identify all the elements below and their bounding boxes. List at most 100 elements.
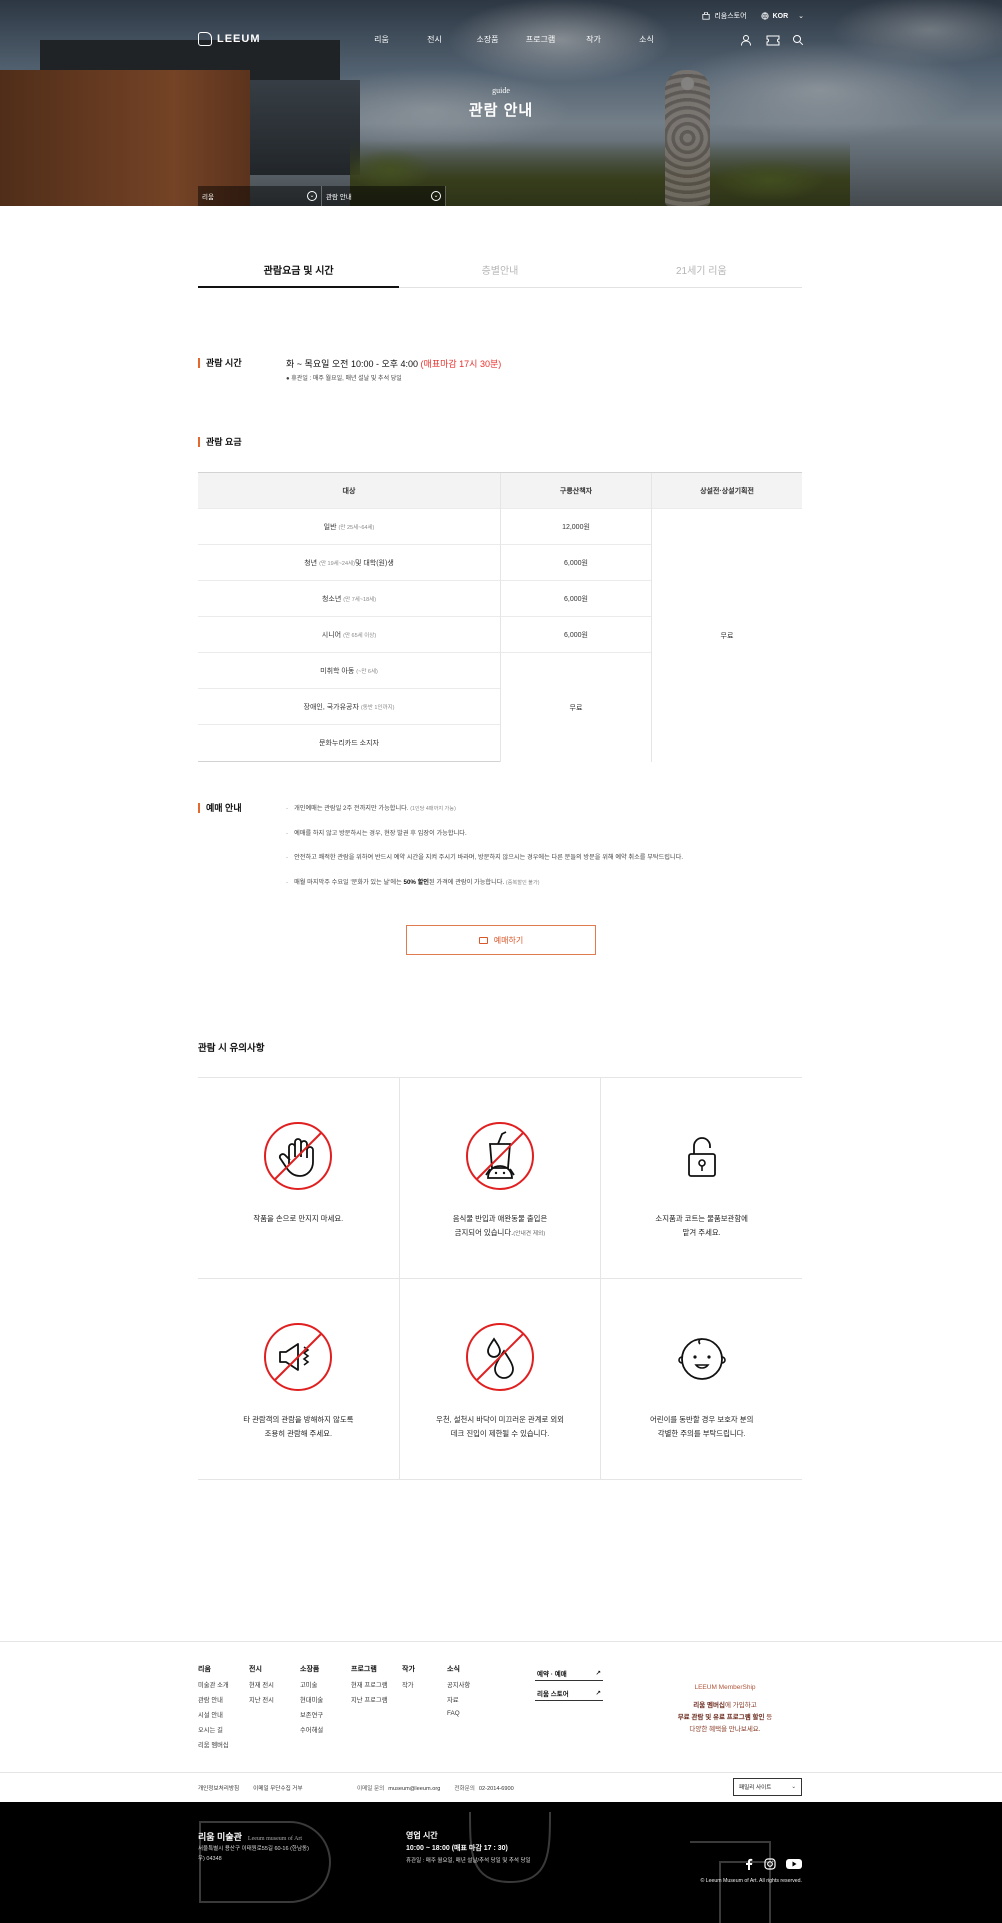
no-noise-icon — [264, 1323, 333, 1391]
leeum-logo-icon — [198, 32, 212, 46]
footer-link[interactable]: 시설 안내 — [198, 1710, 249, 1725]
menu-item-exhibition[interactable]: 전시 — [408, 34, 461, 45]
footer-link[interactable]: 보존연구 — [300, 1710, 351, 1725]
footer-link[interactable]: 지난 프로그램 — [351, 1695, 402, 1710]
notice-card: 음식물 반입과 애완동물 출입은 금지되어 있습니다.(안내견 제외) — [398, 1078, 601, 1278]
footer-heading: 리움 — [198, 1666, 211, 1673]
table-header-row: 대상 구릉산책자 상설전·상설기획전 — [198, 473, 802, 509]
menu-item-collection[interactable]: 소장품 — [461, 34, 514, 45]
arrow-up-right-icon: ↗ — [595, 1669, 601, 1677]
no-touch-icon — [264, 1122, 333, 1190]
footer-link[interactable]: 공지사항 — [447, 1680, 498, 1695]
utility-icons — [740, 33, 804, 46]
hero-banner: 리움스토어 KOR ⌄ LEEUM 리움 전시 소장품 프로그램 작가 소식 g… — [0, 0, 1002, 206]
footer-heading: 프로그램 — [351, 1666, 377, 1673]
notice-grid: 작품을 손으로 만지지 마세요. 음식물 반입과 애완동물 출입은 금지되어 있습… — [198, 1077, 802, 1480]
search-icon[interactable] — [792, 33, 804, 46]
quick-link-store[interactable]: 리움 스토어 ↗ — [535, 1685, 603, 1701]
hours-holiday-note: ● 휴관일 : 매주 월요일, 매년 설날 및 추석 당일 — [286, 376, 402, 382]
footer-link[interactable]: 수어해설 — [300, 1725, 351, 1740]
fee-label: 관람 요금 — [198, 437, 242, 447]
footer-link[interactable]: 관람 안내 — [198, 1695, 249, 1710]
hero-subtitle: guide — [492, 86, 510, 95]
business-hours: 10:00 ~ 18:00 (매표 마감 17 : 30) — [406, 1845, 508, 1852]
notice-title: 관람 시 유의사항 — [198, 1043, 265, 1054]
menu-item-leeum[interactable]: 리움 — [355, 34, 408, 45]
footer-link[interactable]: 현재 전시 — [249, 1680, 300, 1695]
fee-free-cell: 무료 — [651, 509, 802, 762]
quick-link-reservation[interactable]: 예약 · 예매 ↗ — [535, 1665, 603, 1681]
breadcrumb-item-guide[interactable]: 관람 안내 ⌄ — [322, 186, 446, 206]
chevron-down-icon: ⌄ — [431, 191, 441, 201]
copyright: © Leeum Museum of Art. All rights reserv… — [700, 1878, 802, 1884]
tab-floor-guide[interactable]: 층별안내 — [399, 262, 601, 288]
family-site-select[interactable]: 패밀리 사이트 ⌄ — [733, 1778, 802, 1796]
notice-card: 우천, 설천시 바닥이 미끄러운 관계로 외외 데크 진입이 제한될 수 있습니다… — [398, 1279, 601, 1479]
notice-card: 어린이를 동반할 경우 보호자 분의 각별한 주의를 부탁드립니다. — [600, 1279, 802, 1479]
language-selector[interactable]: KOR ⌄ — [760, 12, 804, 20]
tab-fees-hours[interactable]: 관람요금 및 시간 — [198, 262, 400, 288]
topbar: 리움스토어 KOR ⌄ — [702, 11, 804, 21]
lock-icon — [687, 1137, 716, 1177]
chevron-down-icon: ⌄ — [798, 13, 804, 20]
table-header: 구릉산책자 — [500, 473, 651, 509]
footer-link[interactable]: FAQ — [447, 1710, 498, 1725]
facebook-icon[interactable] — [744, 1858, 754, 1870]
reserve-button[interactable]: 예매하기 — [406, 925, 596, 955]
page-title: 관람 안내 — [468, 102, 534, 119]
footer-bottom: 리움 미술관 Leeum museum of Art 서울특별시 용산구 이태원로… — [0, 1802, 1002, 1923]
chevron-down-icon: ⌄ — [791, 1784, 796, 1790]
list-item: 안전하고 쾌적한 관람을 위하여 반드시 예약 시간을 지켜 주시기 바라며, … — [286, 852, 806, 877]
email-refusal-link[interactable]: 이메일 무단수집 거부 — [253, 1784, 302, 1792]
footer-contact: 이메일 문의 museum@leeum.org 전화문의 02-2014-6900 — [357, 1786, 514, 1792]
fee-table: 대상 구릉산책자 상설전·상설기획전 일반 (만 25세~64세) 12,000원… — [198, 472, 802, 762]
notice-card: 작품을 손으로 만지지 마세요. — [198, 1078, 399, 1278]
chevron-down-icon: ⌄ — [307, 191, 317, 201]
menu-item-artist[interactable]: 작가 — [567, 34, 620, 45]
museum-address: 서울특별시 용산구 이태원로55길 60-16 (한남동) 우) 04348 — [198, 1846, 309, 1862]
arrow-up-right-icon: ↗ — [595, 1689, 601, 1697]
footer-link[interactable]: 오시는 길 — [198, 1725, 249, 1740]
footer-link[interactable]: 고미술 — [300, 1680, 351, 1695]
table-header: 대상 — [198, 473, 500, 509]
table-header: 상설전·상설기획전 — [651, 473, 802, 509]
footer-policy-links: 개인정보처리방침 이메일 무단수집 거부 — [198, 1784, 303, 1792]
list-item: 매월 마지막주 수요일 '문화가 있는 날'에는 50% 할인된 가격에 관람이… — [286, 877, 806, 902]
footer-quick-links: 예약 · 예매 ↗ 리움 스토어 ↗ — [535, 1665, 603, 1705]
footer-link[interactable]: 현대미술 — [300, 1695, 351, 1710]
privacy-policy-link[interactable]: 개인정보처리방침 — [198, 1784, 239, 1792]
fee-free-cell: 무료 — [500, 653, 651, 762]
footer-heading: 전시 — [249, 1666, 262, 1673]
store-link[interactable]: 리움스토어 — [702, 11, 747, 21]
global-nav: LEEUM 리움 전시 소장품 프로그램 작가 소식 — [198, 28, 804, 50]
footer-link[interactable]: 지난 전시 — [249, 1695, 300, 1710]
membership-title: LEEUM MemberShip — [694, 1684, 756, 1691]
menu-item-news[interactable]: 소식 — [620, 34, 673, 45]
reservation-list: 개인예매는 관람일 2주 전까지만 가능합니다. (1인당 4매까지 가능) 예… — [286, 803, 806, 901]
tab-21c-leeum[interactable]: 21세기 리움 — [600, 262, 802, 288]
youtube-icon[interactable] — [786, 1858, 802, 1870]
no-liquid-icon — [466, 1323, 534, 1391]
instagram-icon[interactable] — [764, 1858, 776, 1870]
hours-label: 관람 시간 — [198, 358, 242, 368]
reservation-label: 예매 안내 — [198, 803, 242, 813]
footer-link[interactable]: 작가 — [402, 1680, 447, 1695]
language-label: KOR — [772, 12, 789, 20]
membership-promo[interactable]: LEEUM MemberShip 리움 멤버십에 가입하고 무료 관람 및 유료… — [660, 1682, 790, 1736]
footer-nav: 리움 미술관 소개 관람 안내 시설 안내 오시는 길 리움 멤버십 전시 현재… — [198, 1664, 498, 1755]
museum-name: 리움 미술관 Leeum museum of Art — [198, 1832, 303, 1842]
breadcrumb-item-leeum[interactable]: 리움 ⌄ — [198, 186, 322, 206]
email-link[interactable]: museum@leeum.org — [388, 1786, 440, 1792]
footer-link[interactable]: 미술관 소개 — [198, 1680, 249, 1695]
ticket-icon[interactable] — [766, 33, 780, 46]
list-item: 예매를 하지 않고 방문하시는 경우, 현장 발권 후 입장이 가능합니다. — [286, 828, 806, 853]
store-icon — [702, 12, 710, 20]
footer-link[interactable]: 자료 — [447, 1695, 498, 1710]
menu-item-program[interactable]: 프로그램 — [514, 34, 567, 45]
footer-link[interactable]: 현재 프로그램 — [351, 1680, 402, 1695]
user-icon[interactable] — [740, 33, 752, 46]
baby-icon — [677, 1338, 726, 1380]
footer-link[interactable]: 리움 멤버십 — [198, 1740, 249, 1755]
hours-text: 화 ~ 목요일 오전 10:00 - 오후 4:00 (매표마감 17시 30분… — [286, 359, 502, 369]
logo[interactable]: LEEUM — [198, 32, 261, 46]
